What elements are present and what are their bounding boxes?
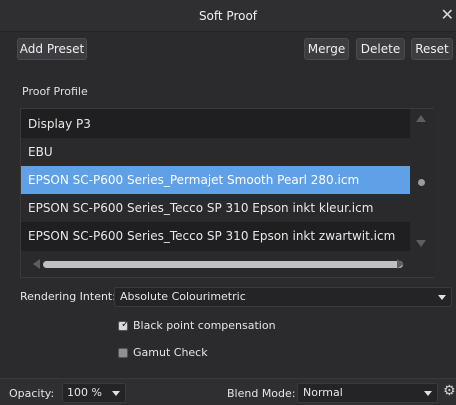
merge-button[interactable]: Merge: [304, 38, 349, 60]
proof-profile-label: Proof Profile: [22, 85, 88, 98]
profile-item-tecco-zwartwit[interactable]: EPSON SC-P600 Series_Tecco SP 310 Epson …: [21, 222, 433, 250]
title-bar: Soft Proof ✕: [0, 0, 456, 32]
profile-item-permajet-smooth-pearl[interactable]: EPSON SC-P600 Series_Permajet Smooth Pea…: [21, 166, 433, 194]
blend-mode-label: Blend Mode:: [227, 387, 296, 400]
add-preset-button[interactable]: Add Preset: [17, 38, 87, 60]
blend-mode-value: Normal: [303, 386, 343, 399]
chevron-down-icon: [438, 295, 446, 300]
delete-button[interactable]: Delete: [356, 38, 405, 60]
opacity-value: 100 %: [67, 386, 102, 399]
opacity-field[interactable]: 100 %: [62, 383, 126, 403]
black-point-label: Black point compensation: [133, 319, 276, 332]
scroll-up-arrow-icon[interactable]: [416, 115, 426, 122]
scroll-thumb[interactable]: [418, 179, 425, 186]
profile-item-tecco-kleur[interactable]: EPSON SC-P600 Series_Tecco SP 310 Epson …: [21, 194, 433, 222]
scroll-right-arrow-icon[interactable]: [397, 259, 404, 269]
checkmark-icon: ✓: [121, 319, 130, 330]
list-vertical-scrollbar[interactable]: [410, 109, 434, 251]
profile-item-display-p3[interactable]: Display P3: [21, 110, 433, 138]
opacity-label: Opacity:: [9, 387, 55, 400]
rendering-intent-select[interactable]: Absolute Colourimetric: [114, 287, 452, 307]
window-title: Soft Proof: [198, 9, 258, 23]
gamut-check-checkbox[interactable]: [118, 348, 128, 358]
profile-item-ebu[interactable]: EBU: [21, 138, 433, 166]
close-icon[interactable]: ✕: [441, 6, 454, 24]
blend-mode-select[interactable]: Normal: [297, 383, 438, 403]
black-point-checkbox[interactable]: ✓: [118, 319, 130, 331]
list-horizontal-scrollbar[interactable]: [21, 251, 410, 277]
gear-icon[interactable]: ⚙: [443, 382, 456, 400]
horizontal-scroll-thumb[interactable]: [43, 261, 403, 268]
rendering-intent-label: Rendering Intent:: [20, 290, 116, 303]
reset-button[interactable]: Reset: [411, 38, 453, 60]
scroll-left-arrow-icon[interactable]: [33, 259, 40, 269]
chevron-down-icon: [424, 391, 432, 396]
scroll-down-arrow-icon[interactable]: [416, 240, 426, 247]
rendering-intent-value: Absolute Colourimetric: [120, 290, 246, 303]
chevron-down-icon: [112, 391, 120, 396]
scrollbar-corner: [410, 251, 434, 277]
gamut-check-label: Gamut Check: [133, 346, 208, 359]
